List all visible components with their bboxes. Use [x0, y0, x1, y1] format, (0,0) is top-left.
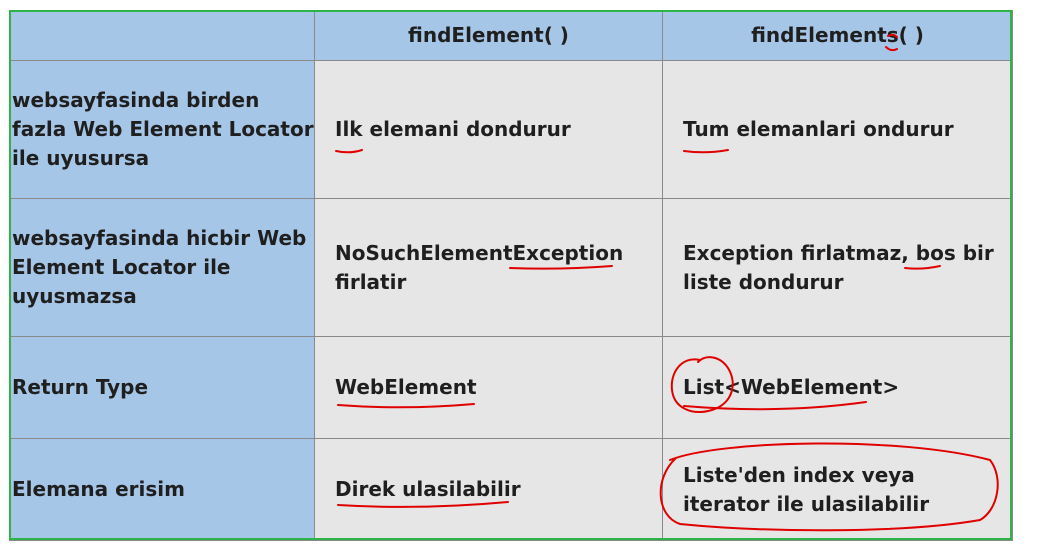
- green-frame: [9, 10, 1012, 540]
